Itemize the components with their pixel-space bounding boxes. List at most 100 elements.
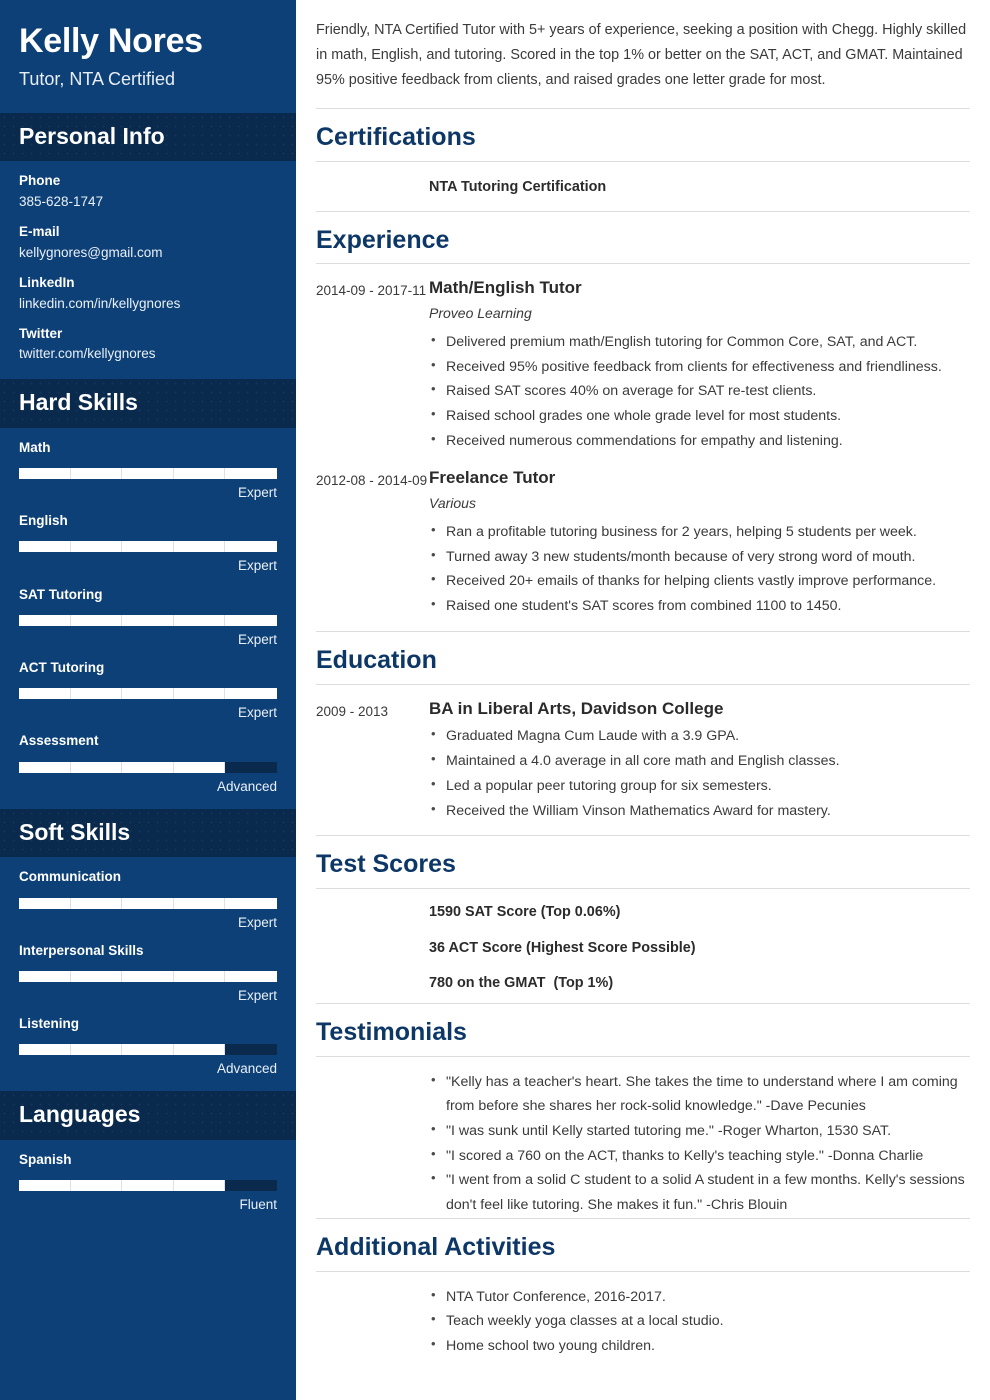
languages-body: Spanish Fluent	[0, 1140, 296, 1227]
sidebar: Kelly Nores Tutor, NTA Certified Persona…	[0, 0, 296, 1400]
skill-name: Assessment	[19, 733, 99, 749]
skill-name: Communication	[19, 869, 122, 885]
personal-info-heading: Personal Info	[19, 122, 165, 149]
skill-bar	[19, 761, 277, 773]
skill-row: SAT Tutoring Expert	[19, 587, 277, 648]
section-experience: Experience 2014-09 - 2017-11 Math/Englis…	[316, 210, 970, 619]
sidebar-header: Kelly Nores Tutor, NTA Certified	[0, 0, 296, 113]
bullet-item: Raised one student's SAT scores from com…	[429, 593, 970, 619]
skill-bar	[19, 688, 277, 700]
skill-level: Expert	[237, 631, 277, 647]
bullet-item: Ran a profitable tutoring business for 2…	[429, 519, 970, 545]
contact-value[interactable]: 385-628-1747	[19, 194, 277, 211]
skill-level: Expert	[237, 914, 277, 930]
skill-row: Math Expert	[19, 440, 277, 501]
professional-summary: Friendly, NTA Certified Tutor with 5+ ye…	[316, 22, 967, 88]
skill-bar-ticks	[19, 970, 277, 982]
skill-row: Spanish Fluent	[19, 1152, 277, 1213]
skill-bar	[19, 1044, 277, 1056]
skill-name: English	[19, 513, 68, 529]
skill-name: Spanish	[19, 1152, 72, 1168]
candidate-name: Kelly Nores	[19, 22, 203, 60]
section-additional-activities: Additional Activities NTA Tutor Conferen…	[316, 1217, 970, 1359]
entry-degree: BA in Liberal Arts, Davidson College	[429, 698, 724, 718]
skill-bar-ticks	[19, 541, 277, 553]
bullet-item: Delivered premium math/English tutoring …	[429, 329, 970, 355]
section-title: Experience	[316, 210, 970, 264]
activity-bullets: NTA Tutor Conference, 2016-2017. Teach w…	[429, 1284, 970, 1359]
entry-bullets: Delivered premium math/English tutoring …	[429, 329, 970, 454]
skill-bar-ticks	[19, 468, 277, 480]
section-title: Certifications	[316, 108, 970, 161]
skill-row: Listening Advanced	[19, 1016, 277, 1077]
test-score-item: 1590 SAT Score (Top 0.06%)	[429, 904, 621, 921]
test-scores-list: 1590 SAT Score (Top 0.06%) 36 ACT Score …	[316, 902, 970, 995]
section-header-soft-skills: Soft Skills	[0, 808, 296, 858]
contact-item-linkedin: LinkedIn linkedin.com/in/kellygnores	[19, 275, 277, 313]
skill-name: Listening	[19, 1016, 79, 1032]
experience-entry: 2012-08 - 2014-09 Freelance Tutor Variou…	[316, 467, 970, 618]
skill-bar	[19, 614, 277, 626]
languages-heading: Languages	[19, 1101, 141, 1128]
entry-body: BA in Liberal Arts, Davidson College Gra…	[429, 698, 970, 824]
bullet-item: Maintained a 4.0 average in all core mat…	[429, 748, 970, 774]
contact-label: E-mail	[19, 224, 60, 240]
section-header-personal-info: Personal Info	[0, 112, 296, 162]
skill-row: English Expert	[19, 513, 277, 574]
test-score-item: 780 on the GMAT (Top 1%)	[429, 975, 614, 992]
skill-bar-ticks	[19, 614, 277, 626]
skill-bar-ticks	[19, 761, 277, 773]
skill-bar-ticks	[19, 897, 277, 909]
skill-row: ACT Tutoring Expert	[19, 660, 277, 721]
contact-value[interactable]: linkedin.com/in/kellygnores	[19, 296, 277, 313]
testimonials-list: "Kelly has a teacher's heart. She takes …	[316, 1069, 970, 1218]
contact-item-email: E-mail kellygnores@gmail.com	[19, 224, 277, 262]
hard-skills-body: Math Expert English Expert SAT Tutoring	[0, 428, 296, 809]
bullet-item: Received numerous commendations for empa…	[429, 428, 970, 454]
contact-label: Twitter	[19, 325, 63, 341]
test-score-item: 36 ACT Score (Highest Score Possible)	[429, 939, 696, 956]
section-divider	[316, 161, 970, 163]
main-content: Friendly, NTA Certified Tutor with 5+ ye…	[296, 0, 990, 1400]
hard-skills-heading: Hard Skills	[19, 389, 138, 416]
bullet-item: Raised SAT scores 40% on average for SAT…	[429, 378, 970, 404]
section-header-languages: Languages	[0, 1091, 296, 1141]
bullet-item: "I went from a solid C student to a soli…	[429, 1167, 970, 1217]
section-divider	[316, 263, 970, 265]
skill-name: ACT Tutoring	[19, 659, 105, 675]
additional-activities-list: NTA Tutor Conference, 2016-2017. Teach w…	[316, 1284, 970, 1359]
entry-role: Math/English Tutor	[429, 278, 582, 298]
education-entry: 2009 - 2013 BA in Liberal Arts, Davidson…	[316, 698, 970, 824]
section-title: Test Scores	[316, 835, 970, 888]
entry-dates: 2014-09 - 2017-11	[316, 283, 427, 299]
contact-value[interactable]: kellygnores@gmail.com	[19, 245, 277, 262]
section-divider	[316, 683, 970, 685]
entry-bullets: Ran a profitable tutoring business for 2…	[429, 519, 970, 619]
contact-label: LinkedIn	[19, 274, 75, 290]
skill-bar	[19, 541, 277, 553]
skill-row: Interpersonal Skills Expert	[19, 943, 277, 1004]
bullet-item: NTA Tutor Conference, 2016-2017.	[429, 1284, 970, 1310]
testimonial-bullets: "Kelly has a teacher's heart. She takes …	[429, 1069, 970, 1218]
skill-bar-ticks	[19, 1044, 277, 1056]
experience-entry: 2014-09 - 2017-11 Math/English Tutor Pro…	[316, 277, 970, 453]
bullet-item: Led a popular peer tutoring group for si…	[429, 773, 970, 799]
contact-label: Phone	[19, 173, 61, 189]
skill-level: Expert	[237, 485, 277, 501]
personal-info-body: Phone 385-628-1747 E-mail kellygnores@gm…	[0, 161, 296, 379]
skill-bar-ticks	[19, 1180, 277, 1192]
entry-dates: 2012-08 - 2014-09	[316, 473, 428, 489]
contact-item-phone: Phone 385-628-1747	[19, 173, 277, 211]
bullet-item: Received 95% positive feedback from clie…	[429, 354, 970, 380]
certifications-list: NTA Tutoring Certification	[316, 175, 970, 211]
certification-item: NTA Tutoring Certification	[429, 179, 607, 196]
section-header-hard-skills: Hard Skills	[0, 379, 296, 428]
bullet-item: Home school two young children.	[429, 1333, 970, 1359]
skill-name: Math	[19, 439, 51, 455]
entry-body: Math/English Tutor Proveo Learning Deliv…	[429, 277, 970, 453]
entry-organization: Proveo Learning	[429, 305, 532, 322]
contact-value[interactable]: twitter.com/kellygnores	[19, 346, 277, 363]
bullet-item: Teach weekly yoga classes at a local stu…	[429, 1308, 970, 1334]
skill-level: Expert	[237, 987, 277, 1003]
resume-page: Kelly Nores Tutor, NTA Certified Persona…	[0, 0, 990, 1400]
